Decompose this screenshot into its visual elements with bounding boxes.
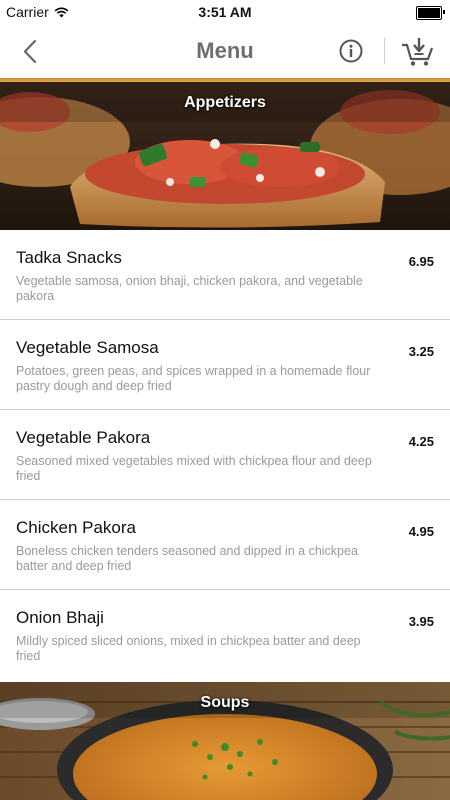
battery-level [418, 8, 440, 18]
info-icon [339, 39, 363, 63]
menu-item-price: 3.95 [408, 614, 434, 629]
status-time: 3:51 AM [198, 4, 252, 20]
menu-item-description: Boneless chicken tenders seasoned and di… [16, 544, 358, 573]
section-header-soups[interactable]: Soups [0, 682, 450, 800]
nav-divider [384, 38, 385, 64]
menu-item[interactable]: Tadka Snacks Vegetable samosa, onion bha… [0, 230, 450, 320]
section-title-soups: Soups [200, 694, 250, 711]
menu-item-name: Tadka Snacks [16, 248, 122, 267]
back-button[interactable] [14, 36, 48, 68]
menu-item-name: Chicken Pakora [16, 518, 137, 537]
chevron-left-icon [23, 39, 37, 64]
menu-item[interactable]: Chicken Pakora Boneless chicken tenders … [0, 500, 450, 590]
menu-item-price: 4.95 [408, 524, 434, 539]
battery-icon [416, 6, 445, 20]
info-button[interactable] [338, 38, 364, 64]
menu-item-price: 3.25 [408, 344, 434, 359]
menu-item-description: Seasoned mixed vegetables mixed with chi… [16, 454, 372, 483]
menu-item[interactable]: Vegetable Pakora Seasoned mixed vegetabl… [0, 410, 450, 500]
section-title-appetizers: Appetizers [184, 94, 266, 111]
menu-item-description: Vegetable samosa, onion bhaji, chicken p… [16, 274, 363, 303]
page-title: Menu [196, 38, 254, 63]
menu-item-price: 6.95 [408, 254, 434, 269]
status-bar: Carrier 3:51 AM [0, 0, 450, 24]
navigation-bar: Menu [0, 24, 450, 82]
cart-icon [402, 38, 434, 66]
menu-item-name: Vegetable Pakora [16, 428, 151, 447]
menu-item-description: Mildly spiced sliced onions, mixed in ch… [16, 634, 361, 663]
menu-item[interactable]: Vegetable Samosa Potatoes, green peas, a… [0, 320, 450, 410]
menu-item-description: Potatoes, green peas, and spices wrapped… [16, 364, 371, 393]
menu-item-name: Onion Bhaji [16, 608, 104, 627]
menu-item-name: Vegetable Samosa [16, 338, 159, 357]
menu-item-price: 4.25 [408, 434, 434, 449]
cart-button[interactable] [400, 34, 436, 68]
section-header-appetizers[interactable]: Appetizers [0, 82, 450, 230]
menu-list-appetizers: Tadka Snacks Vegetable samosa, onion bha… [0, 230, 450, 682]
menu-item[interactable]: Onion Bhaji Mildly spiced sliced onions,… [0, 590, 450, 682]
